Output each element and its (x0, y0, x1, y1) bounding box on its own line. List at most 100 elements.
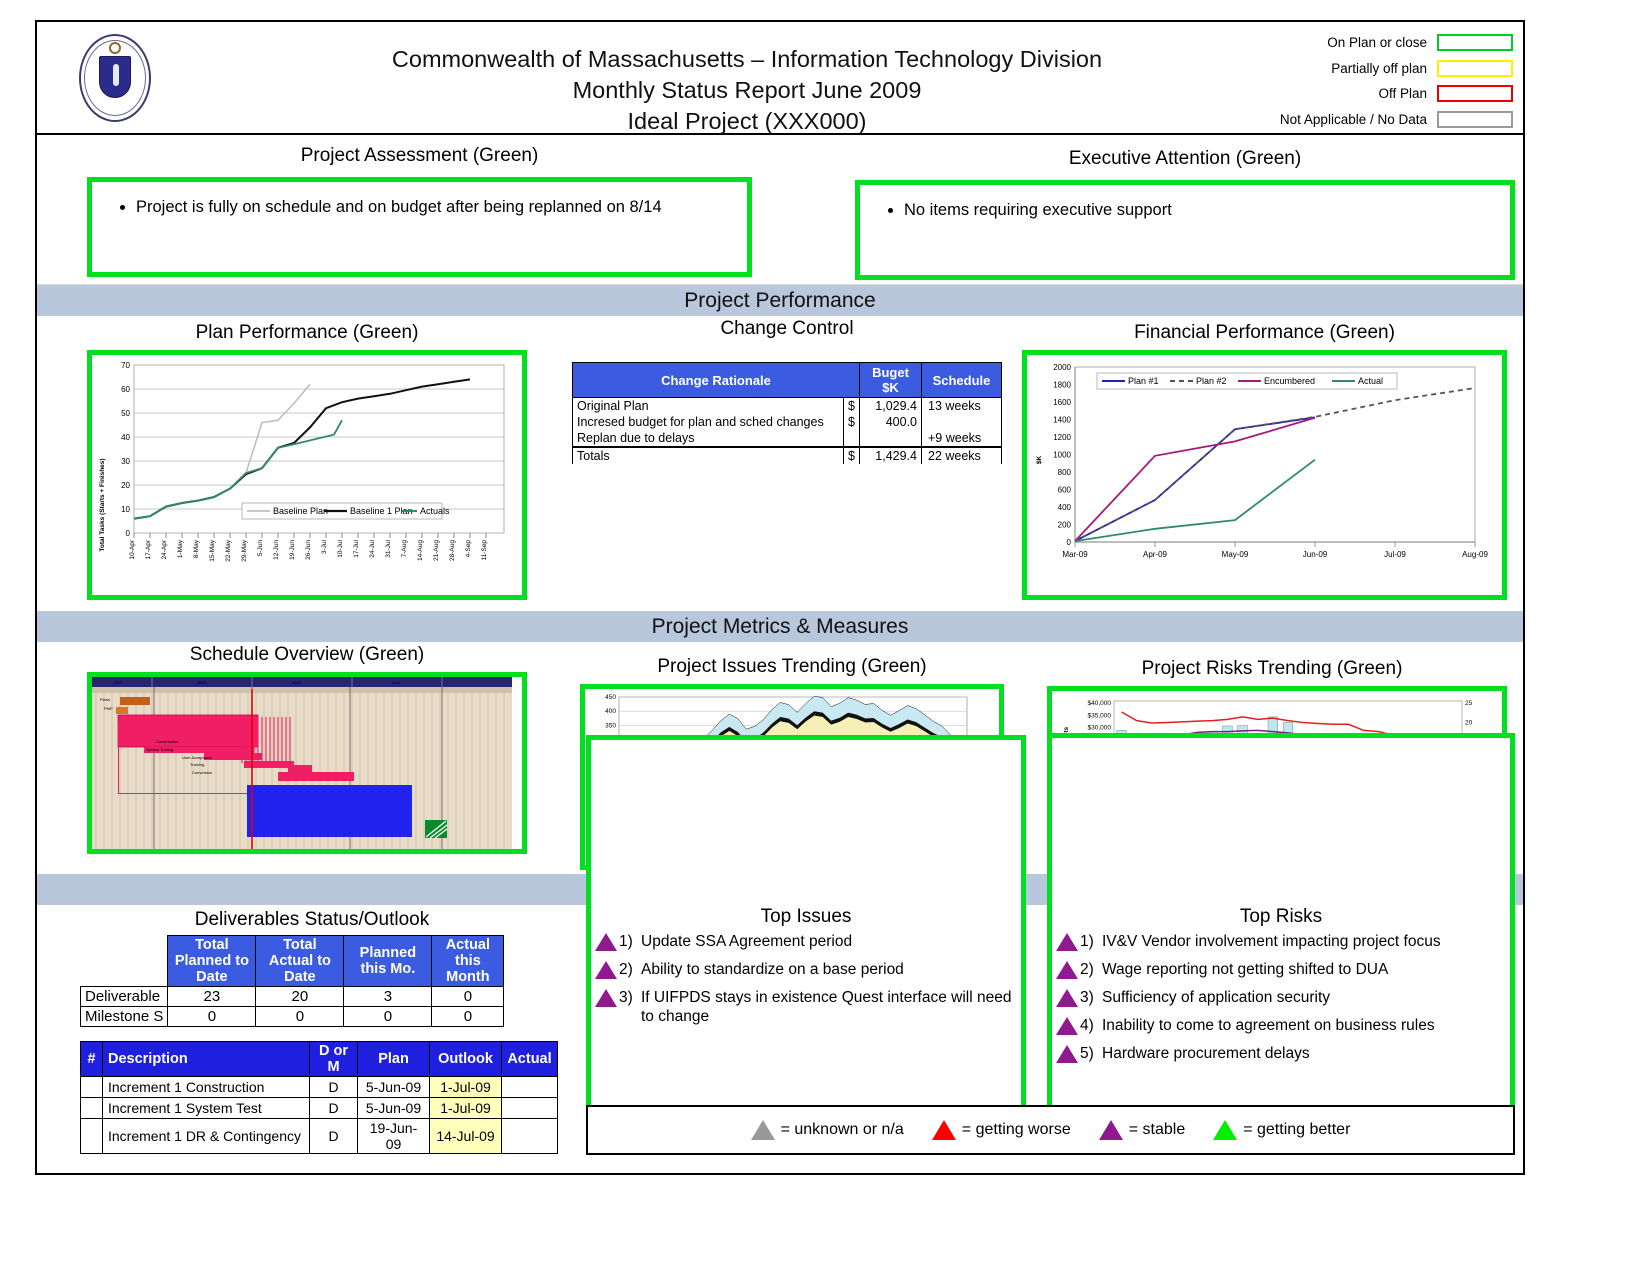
cell-budget: 1,029.4 (859, 397, 922, 414)
cell-planned-to-date: 0 (167, 1006, 257, 1027)
cell-description: Increment 1 System Test (102, 1097, 310, 1119)
trend-triangle-icon (595, 933, 617, 951)
cell-actual-this-month: 0 (431, 1006, 505, 1027)
cell-rationale: Incresed budget for plan and sched chang… (572, 414, 844, 430)
executive-attention-heading: Executive Attention (Green) (1068, 148, 1302, 169)
massachusetts-state-seal-icon (79, 34, 151, 122)
cell-currency: $ (843, 397, 860, 414)
cell-budget (859, 430, 922, 447)
table-row: Milestone S0000 (79, 1006, 505, 1027)
svg-text:10-Apr: 10-Apr (129, 539, 136, 559)
status-color-legend: On Plan or close Partially off plan Off … (1263, 30, 1513, 132)
svg-text:0: 0 (1067, 538, 1072, 547)
svg-text:28-Aug: 28-Aug (449, 540, 456, 561)
legend-label-partial: Partially off plan (1331, 60, 1427, 76)
list-item: 1) Update SSA Agreement period (591, 932, 1021, 951)
change-control-table: Change Rationale Buget $K Schedule Origi… (572, 362, 1002, 464)
list-item: Project is fully on schedule and on budg… (136, 196, 731, 218)
cell-schedule: 13 weeks (921, 397, 1002, 414)
assessment-row: Project Assessment (Green) Executive Att… (37, 135, 1523, 285)
col-description: Description (102, 1041, 310, 1077)
top-risks-panel: Top Risks 1) IV&V Vendor involvement impa… (1047, 733, 1515, 1113)
svg-text:400: 400 (605, 708, 616, 715)
cell-actual-to-date: 0 (255, 1006, 345, 1027)
list-item: 3) If UIFPDS stays in existence Quest int… (591, 988, 1021, 1026)
top-risks-list: 1) IV&V Vendor involvement impacting proj… (1052, 932, 1510, 1063)
svg-text:5-Jun: 5-Jun (257, 540, 264, 557)
issue-text: Ability to standardize on a base period (641, 961, 904, 978)
col-total-planned: Total Planned to Date (167, 935, 257, 987)
legend-swatch-green (1437, 34, 1513, 52)
svg-text:17-Apr: 17-Apr (145, 539, 152, 559)
deliverables-title: Deliverables Status/Outlook (194, 909, 430, 930)
cell-schedule: +9 weeks (921, 430, 1002, 447)
trend-legend-label: = stable (1128, 1121, 1186, 1138)
cell-currency (843, 430, 860, 447)
col-actual: Actual (501, 1041, 558, 1077)
legend-swatch-yellow (1437, 59, 1513, 77)
svg-text:Baseline Plan: Baseline Plan (273, 506, 328, 516)
svg-text:$30,000: $30,000 (1088, 725, 1112, 732)
trend-legend: = unknown or n/a = getting worse = stable =… (586, 1105, 1515, 1155)
list-item: No items requiring executive support (904, 199, 1494, 221)
svg-text:1400: 1400 (1053, 416, 1071, 425)
svg-text:22-May: 22-May (225, 539, 232, 561)
list-item: 2) Wage reporting not getting shifted to … (1052, 960, 1510, 979)
trend-triangle-icon (1213, 1120, 1238, 1140)
plan-performance-title: Plan Performance (Green) (195, 322, 419, 343)
svg-text:2000: 2000 (1053, 363, 1071, 372)
svg-text:Actuals: Actuals (420, 506, 450, 516)
list-item: 1) IV&V Vendor involvement impacting proj… (1052, 932, 1510, 951)
trend-triangle-icon (595, 989, 617, 1007)
legend-row-on-plan: On Plan or close (1263, 30, 1513, 56)
title-line-1: Commonwealth of Massachusetts – Informat… (391, 46, 1103, 72)
trend-triangle-icon (1056, 989, 1078, 1007)
col-d-or-m: D or M (309, 1041, 358, 1077)
svg-text:1800: 1800 (1053, 381, 1071, 390)
title-line-3: Ideal Project (XXX000) (627, 108, 867, 134)
trend-legend-label: = unknown or n/a (780, 1121, 904, 1138)
svg-text:450: 450 (605, 694, 616, 701)
band-project-metrics: Project Metrics & Measures (37, 611, 1523, 642)
svg-text:Construction: Construction (156, 739, 178, 744)
financial-performance-svg: $K 2000180016001400120010008006004002000 (1036, 363, 1488, 559)
cell-actual-this-month: 0 (431, 986, 505, 1007)
bottom-row: Deliverables Status/Outlook Total Planne… (37, 733, 1523, 1170)
legend-row-off-plan: Off Plan (1263, 81, 1513, 107)
table-row: Replan due to delays +9 weeks (572, 430, 1002, 447)
deliverables-list-table: # Description D or M Plan Outlook Actual… (80, 1041, 558, 1154)
cell-plan: 19-Jun-09 (357, 1118, 430, 1154)
cell-budget: 400.0 (859, 414, 922, 430)
cell-actual-to-date: 20 (255, 986, 345, 1007)
cell-d-or-m: D (309, 1076, 358, 1098)
cell-planned-this-mo: 0 (343, 1006, 433, 1027)
legend-swatch-gray (1437, 110, 1513, 128)
cell-num (80, 1076, 103, 1098)
legend-row-na: Not Applicable / No Data (1263, 107, 1513, 133)
legend-swatch-red (1437, 85, 1513, 103)
svg-text:Plan #1: Plan #1 (1128, 376, 1159, 386)
cell-d-or-m: D (309, 1118, 358, 1154)
svg-text:800: 800 (1058, 468, 1072, 477)
svg-text:21-Aug: 21-Aug (433, 540, 440, 561)
financial-performance-chart: $K 2000 1800 1600 1400 1200 1000 800 600 400 200 0 (1022, 350, 1507, 600)
financial-performance-title: Financial Performance (Green) (1134, 322, 1395, 343)
svg-text:30: 30 (121, 457, 130, 466)
risk-text: Inability to come to agreement on busine… (1102, 1017, 1435, 1034)
risk-text: Hardware procurement delays (1102, 1045, 1310, 1062)
svg-text:Mar-09: Mar-09 (1062, 550, 1088, 559)
svg-text:24-Apr: 24-Apr (161, 539, 168, 559)
svg-text:Plan #2: Plan #2 (1196, 376, 1227, 386)
svg-text:$35,000: $35,000 (1088, 712, 1112, 719)
svg-text:Jul-09: Jul-09 (1384, 550, 1406, 559)
svg-text:19-Jun: 19-Jun (289, 540, 296, 560)
svg-text:2008: 2008 (197, 680, 207, 685)
risk-text: Sufficiency of application security (1102, 989, 1331, 1006)
svg-text:350: 350 (605, 722, 616, 729)
svg-text:10-Jul: 10-Jul (337, 539, 344, 557)
gantt-svg: 2007 2008 2010 2011 PlansPMPConstruction… (92, 677, 512, 849)
project-assessment-heading: Project Assessment (Green) (300, 145, 539, 166)
svg-text:User Acceptance: User Acceptance (182, 755, 213, 760)
svg-text:1000: 1000 (1053, 451, 1071, 460)
cell-outlook: 1-Jul-09 (429, 1097, 502, 1119)
